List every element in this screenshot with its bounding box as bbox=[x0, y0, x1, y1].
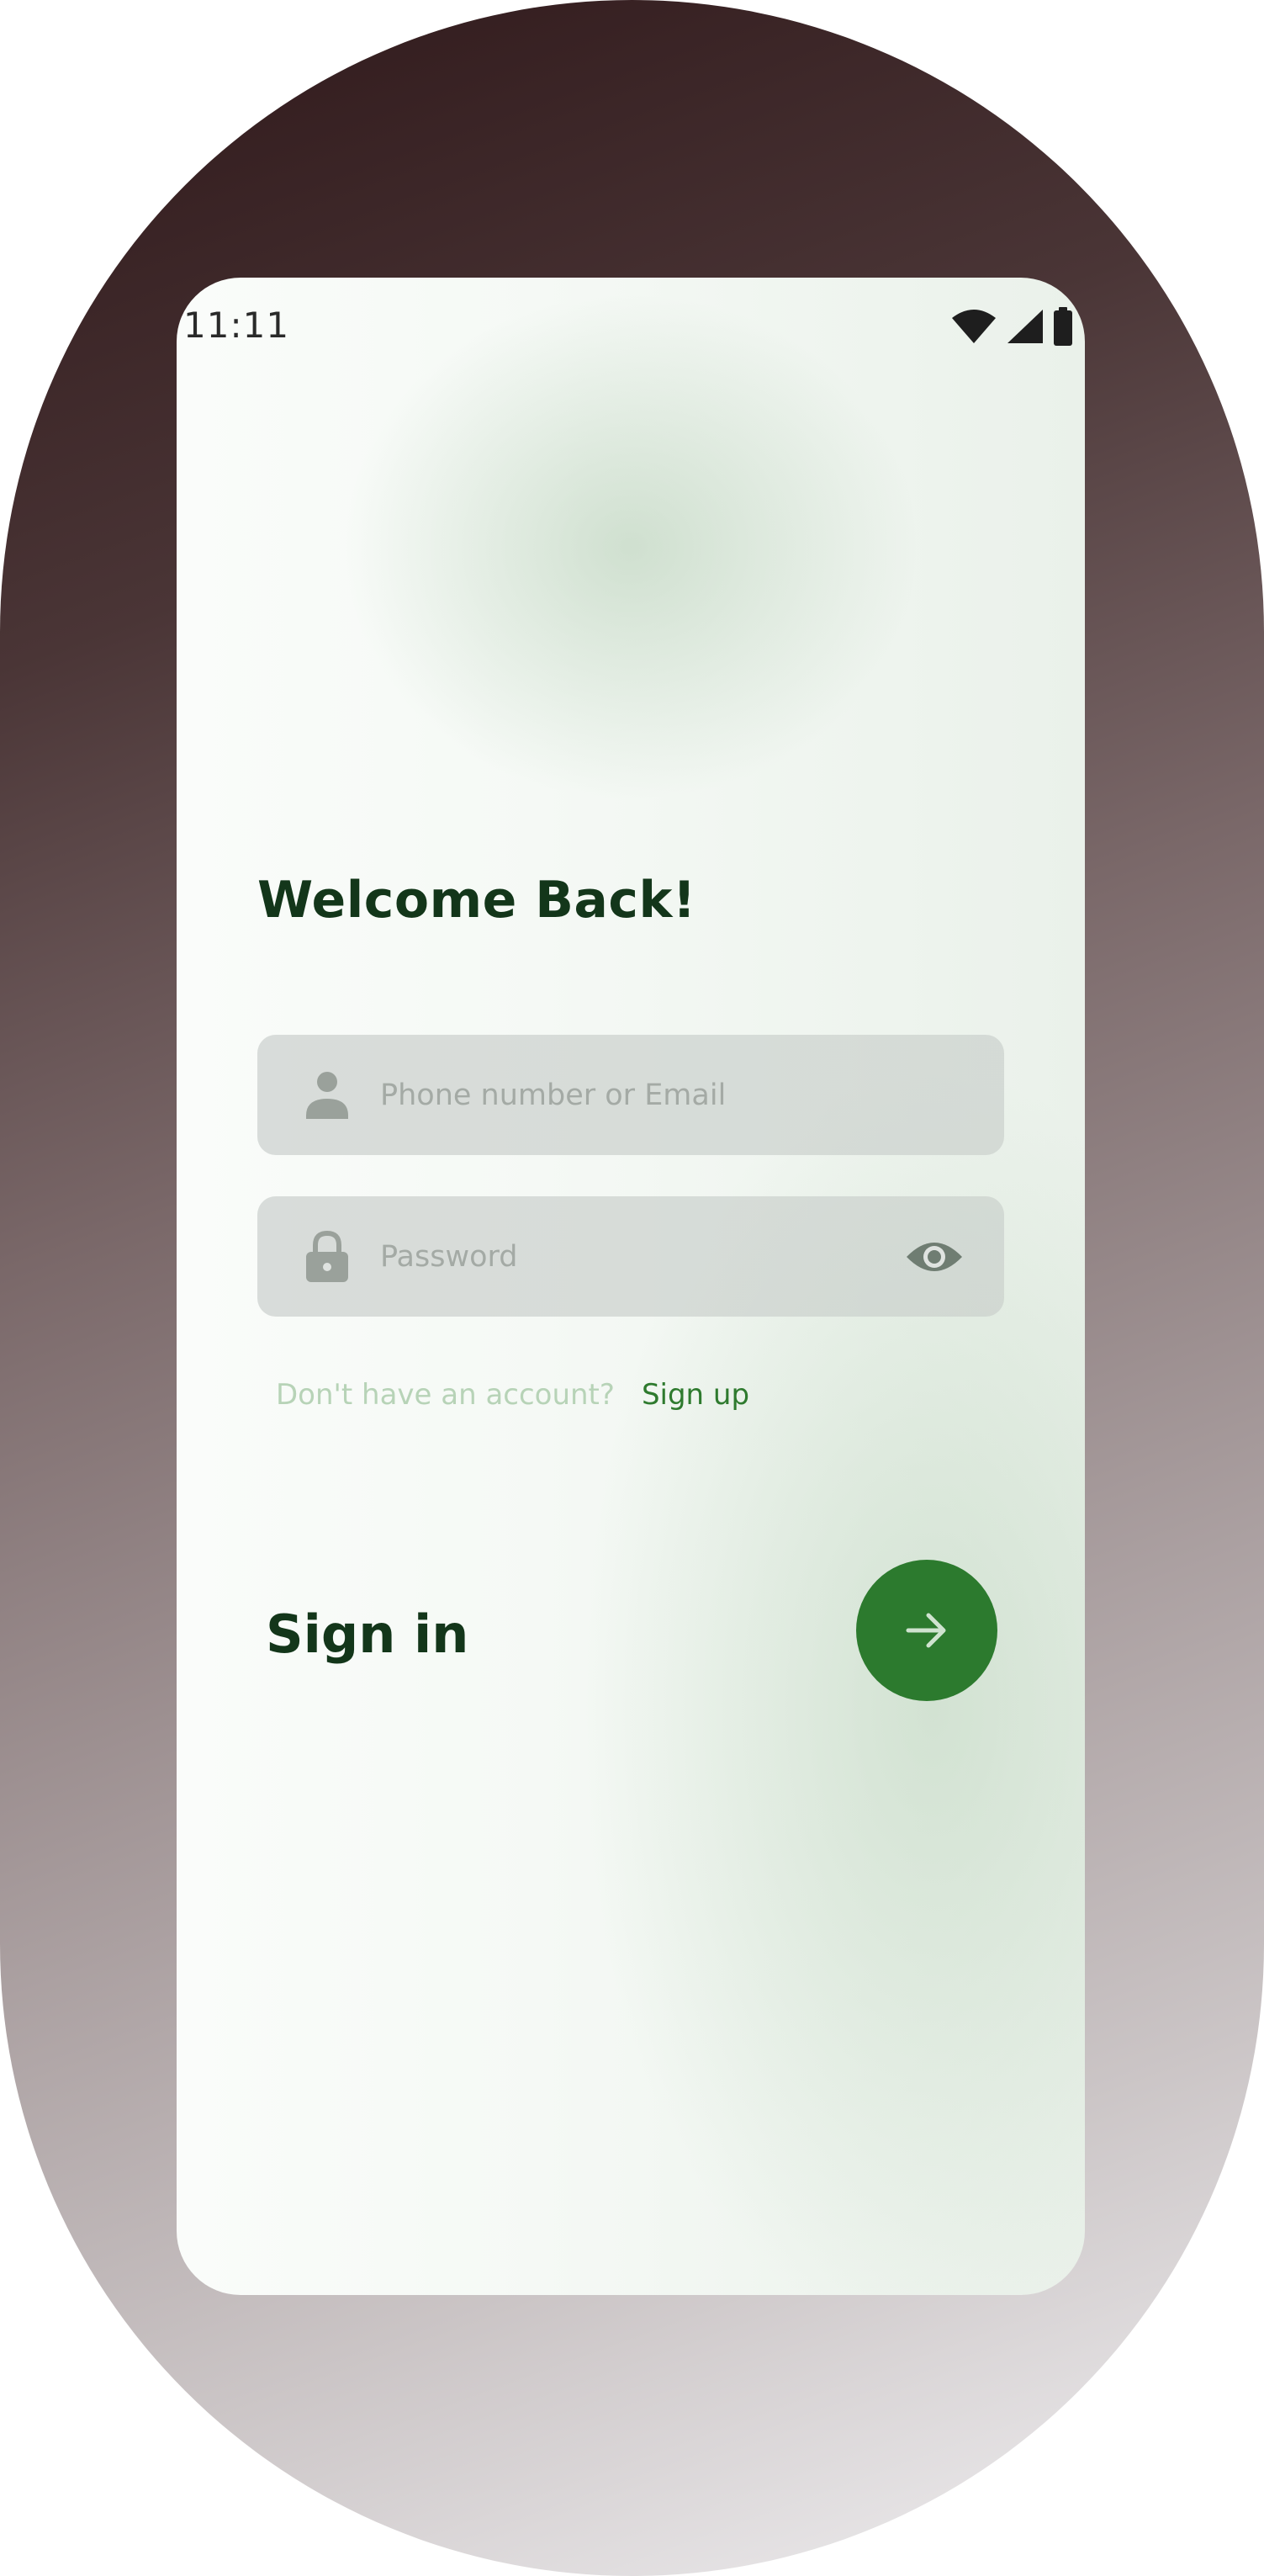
eye-icon[interactable] bbox=[905, 1235, 964, 1279]
email-field[interactable] bbox=[257, 1035, 1004, 1155]
device-backdrop: 11:11 Welcome Back! Phone number or Emai… bbox=[0, 0, 1264, 2576]
email-input[interactable] bbox=[380, 1035, 885, 1155]
welcome-title: Welcome Back! bbox=[257, 871, 696, 930]
cellular-signal-icon bbox=[1007, 310, 1043, 343]
arrow-right-icon bbox=[906, 1613, 946, 1648]
person-icon bbox=[306, 1071, 348, 1119]
signup-row: Don't have an account? Sign up bbox=[276, 1378, 749, 1412]
lock-icon bbox=[306, 1230, 348, 1282]
password-input[interactable] bbox=[380, 1196, 885, 1317]
status-bar: 11:11 bbox=[177, 278, 1085, 370]
signin-button[interactable] bbox=[856, 1560, 997, 1701]
signin-label: Sign in bbox=[266, 1603, 469, 1665]
signup-link[interactable]: Sign up bbox=[642, 1378, 749, 1412]
status-time: 11:11 bbox=[183, 305, 290, 346]
battery-icon bbox=[1054, 307, 1072, 346]
status-icons bbox=[950, 306, 1073, 347]
password-field[interactable] bbox=[257, 1196, 1004, 1317]
phone-screen: 11:11 Welcome Back! Phone number or Emai… bbox=[177, 278, 1085, 2295]
signup-prompt: Don't have an account? bbox=[276, 1378, 615, 1412]
wifi-icon bbox=[952, 310, 996, 343]
